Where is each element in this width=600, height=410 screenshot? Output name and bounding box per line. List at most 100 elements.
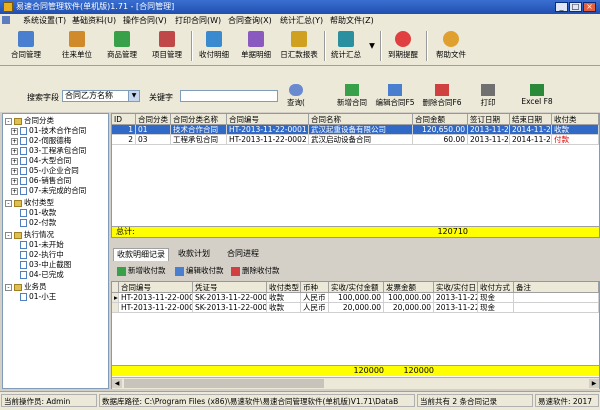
column-header[interactable]: 合同分类名称 — [171, 114, 227, 125]
expand-icon[interactable]: + — [11, 137, 18, 145]
excel-icon — [530, 84, 544, 96]
payment-grid[interactable]: 合同编号 凭证号 收付类型 币种 实收/实付金额 发票金额 实收/实付日 收付方… — [111, 281, 600, 389]
tree-node[interactable]: 01-收款 — [20, 208, 56, 218]
tree-node[interactable]: +01-技术合作合同 — [11, 126, 86, 136]
column-header[interactable]: 签订日期 — [468, 114, 510, 125]
column-header[interactable]: 实收/实付日 — [434, 282, 478, 293]
tab-payment-plan[interactable]: 收款计划 — [175, 248, 213, 260]
daily-report-button[interactable]: 日汇款报表 — [277, 30, 321, 63]
delete-contract-button[interactable]: 删除合同F6 — [420, 82, 464, 110]
category-tree[interactable]: - 合同分类 +01-技术合作合同 +02-伺服德梅 +03-工程承包合同 +04… — [2, 113, 109, 389]
menu-base-data[interactable]: 基础资料(U) — [72, 15, 116, 26]
minimize-button[interactable]: _ — [555, 2, 568, 12]
tree-node[interactable]: +02-伺服德梅 — [11, 136, 71, 146]
menu-system[interactable]: 系统设置(T) — [23, 15, 66, 26]
column-header[interactable]: 合同编号 — [227, 114, 309, 125]
goods-manage-button[interactable]: 商品管理 — [100, 30, 144, 63]
tree-node[interactable]: 03-中止截图 — [20, 260, 71, 270]
company-manage-button[interactable]: 往来单位 — [55, 30, 99, 63]
edit-payment-button[interactable]: 编辑收付款 — [175, 265, 224, 277]
tab-payment-records[interactable]: 收款明细记录 — [113, 248, 169, 261]
project-manage-button[interactable]: 项目管理 — [145, 30, 189, 63]
column-header[interactable]: ID — [112, 114, 136, 125]
tree-node[interactable]: 02-执行中 — [20, 250, 64, 260]
column-header[interactable]: 发票金额 — [384, 282, 434, 293]
contract-grid[interactable]: ID 合同分类 合同分类名称 合同编号 合同名称 合同金额 签订日期 结束日期 … — [111, 113, 600, 238]
add-contract-button[interactable]: 新增合同 — [332, 82, 372, 110]
query-button[interactable]: 查询( — [282, 82, 310, 110]
tree-node[interactable]: +05-小企业合同 — [11, 166, 79, 176]
collapse-icon[interactable]: - — [5, 231, 12, 239]
horizontal-scrollbar[interactable]: ◀ ▶ — [112, 377, 599, 389]
table-row[interactable]: 1 01 技术合作合同 HT-2013-11-22-0001 武汉起重设备有限公… — [112, 125, 599, 135]
column-header[interactable]: 收付类 — [552, 114, 599, 125]
scroll-left-icon[interactable]: ◀ — [112, 379, 122, 388]
scroll-right-icon[interactable]: ▶ — [589, 379, 599, 388]
tree-node[interactable]: +03-工程承包合同 — [11, 146, 86, 156]
tab-contract-progress[interactable]: 合同进程 — [224, 248, 262, 260]
status-operator: 当前操作员: Admin — [1, 394, 97, 407]
column-header[interactable]: 结束日期 — [510, 114, 552, 125]
expand-icon[interactable]: + — [11, 177, 18, 185]
collapse-icon[interactable]: - — [5, 199, 12, 207]
excel-export-button[interactable]: Excel F8 — [520, 82, 554, 110]
document-icon — [20, 187, 27, 195]
delete-payment-button[interactable]: 删除收付款 — [231, 265, 280, 277]
table-row[interactable]: 2 03 工程承包合同 HT-2013-11-22-0002 武汉启动设备合同 … — [112, 135, 599, 145]
tree-node[interactable]: 04-已完成 — [20, 270, 64, 280]
column-header[interactable]: 合同金额 — [413, 114, 468, 125]
column-header[interactable]: 收付类型 — [267, 282, 301, 293]
maximize-button[interactable]: □ — [569, 2, 582, 12]
collapse-icon[interactable]: - — [5, 283, 12, 291]
column-header[interactable]: 合同名称 — [309, 114, 413, 125]
collapse-icon[interactable]: - — [5, 117, 12, 125]
tree-node[interactable]: +04-大型合同 — [11, 156, 71, 166]
tree-node[interactable]: 01-未开始 — [20, 240, 64, 250]
menu-print-contract[interactable]: 打印合同(W) — [175, 15, 221, 26]
expand-icon[interactable]: + — [11, 187, 18, 195]
tree-node[interactable]: - 执行情况 — [5, 230, 54, 240]
column-header[interactable]: 合同分类 — [136, 114, 171, 125]
edit-contract-button[interactable]: 编辑合同F5 — [374, 82, 416, 110]
add-payment-button[interactable]: 新增收付款 — [117, 265, 166, 277]
expand-icon[interactable]: + — [11, 167, 18, 175]
menu-statistics[interactable]: 统计汇总(Y) — [280, 15, 323, 26]
keyword-input[interactable] — [180, 90, 278, 102]
due-reminder-button[interactable]: 到期提醒 — [383, 30, 423, 63]
scroll-thumb[interactable] — [124, 379, 324, 388]
tree-node[interactable]: - 收付类型 — [5, 198, 54, 208]
column-header[interactable]: 凭证号 — [193, 282, 267, 293]
tree-node[interactable]: - 合同分类 — [5, 116, 54, 126]
column-header[interactable]: 币种 — [301, 282, 329, 293]
print-button[interactable]: 打印 — [476, 82, 500, 110]
table-row[interactable]: ▸ HT-2013-11-22-0001 SK-2013-11-22-0001 … — [112, 293, 599, 303]
status-site: 易速软件: 2017 — [535, 394, 599, 407]
tree-node[interactable]: +07-未完成的合同 — [11, 186, 86, 196]
summary-row: 总计: 120710 — [112, 226, 599, 237]
menu-contract-query[interactable]: 合同查询(X) — [228, 15, 272, 26]
close-button[interactable]: × — [583, 2, 596, 12]
column-header[interactable]: 备注 — [514, 282, 599, 293]
table-row[interactable]: HT-2013-11-22-0002 SK-2013-11-22-0002 收款… — [112, 303, 599, 313]
column-header[interactable]: 实收/实付金额 — [329, 282, 384, 293]
status-record-count: 当前共有 2 条合同记录 — [417, 394, 533, 407]
menu-help[interactable]: 帮助文件(Z) — [330, 15, 374, 26]
tree-node[interactable]: - 业务员 — [5, 282, 47, 292]
menu-operate-contract[interactable]: 操作合同(V) — [123, 15, 167, 26]
statistics-button[interactable]: 统计汇总 — [326, 30, 366, 63]
expand-icon[interactable]: + — [11, 127, 18, 135]
payment-detail-button[interactable]: 收付明细 — [194, 30, 234, 63]
column-header[interactable]: 合同编号 — [119, 282, 193, 293]
tree-node[interactable]: 01-小王 — [20, 292, 56, 302]
column-header[interactable]: 收付方式 — [478, 282, 514, 293]
contract-manage-button[interactable]: 合同管理 — [4, 30, 48, 63]
sum-invoice: 120000 — [403, 366, 434, 375]
tree-node[interactable]: 02-付款 — [20, 218, 56, 228]
edit-icon — [175, 266, 184, 276]
help-file-button[interactable]: 帮助文件 — [430, 30, 472, 63]
expand-icon[interactable]: + — [11, 157, 18, 165]
search-field-select[interactable]: 合同乙方名称 ▼ — [62, 90, 140, 102]
tree-node[interactable]: +06-销售合同 — [11, 176, 71, 186]
expand-icon[interactable]: + — [11, 147, 18, 155]
document-detail-button[interactable]: 单据明细 — [236, 30, 276, 63]
